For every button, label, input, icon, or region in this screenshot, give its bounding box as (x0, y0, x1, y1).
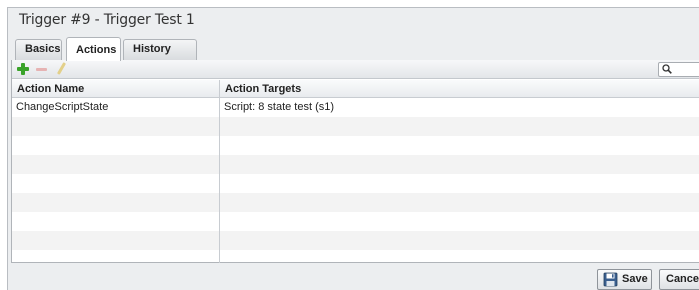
search-icon (662, 64, 672, 74)
actions-toolbar (12, 60, 699, 79)
empty-row (12, 155, 699, 174)
column-header-action-name[interactable]: Action Name (12, 80, 219, 98)
cell-action-targets: Script: 8 state test (s1) (224, 101, 335, 113)
save-button-label: Save (622, 273, 648, 285)
tab-history[interactable]: History (0) (123, 39, 197, 74)
empty-row (12, 193, 699, 212)
empty-row (12, 117, 699, 136)
tab-actions[interactable]: Actions (66, 37, 121, 61)
search-input[interactable] (658, 62, 699, 77)
empty-row (12, 231, 699, 250)
empty-row (12, 136, 699, 155)
empty-row (12, 174, 699, 193)
add-action-icon[interactable] (16, 62, 30, 76)
tab-basics[interactable]: Basics (15, 39, 62, 60)
actions-panel: Action Name Action Targets ChangeScriptS… (11, 60, 699, 263)
empty-row (12, 212, 699, 231)
column-separator (219, 98, 220, 263)
cell-action-name: ChangeScriptState (16, 101, 109, 113)
edit-action-icon[interactable] (54, 62, 68, 76)
cancel-button[interactable]: Cancel (659, 269, 699, 290)
trigger-dialog: Trigger #9 - Trigger Test 1 Basics Actio… (7, 7, 699, 290)
column-separator (219, 80, 220, 98)
table-row[interactable]: ChangeScriptState Script: 8 state test (… (12, 98, 699, 117)
dialog-footer: Save Cancel (8, 263, 699, 290)
floppy-disk-icon (603, 272, 618, 287)
save-button[interactable]: Save (597, 269, 652, 290)
remove-action-icon[interactable] (35, 62, 49, 76)
tab-bar: Basics Actions History (0) (11, 37, 699, 74)
grid-body: ChangeScriptState Script: 8 state test (… (12, 98, 699, 269)
grid-header: Action Name Action Targets (12, 80, 699, 98)
actions-grid: Action Name Action Targets ChangeScriptS… (12, 80, 699, 269)
column-header-action-targets[interactable]: Action Targets (220, 80, 699, 98)
dialog-title: Trigger #9 - Trigger Test 1 (19, 12, 195, 28)
